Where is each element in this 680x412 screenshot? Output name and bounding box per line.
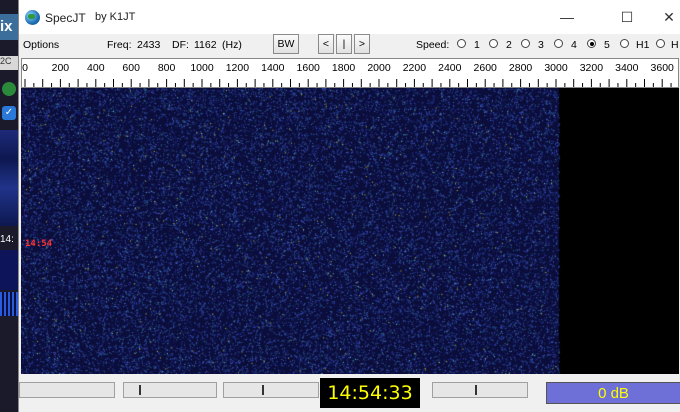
checkbox-icon[interactable]: ✓ (2, 106, 16, 120)
window-author: by K1JT (95, 11, 136, 23)
scale-label: 2200 (403, 62, 427, 74)
speed-radio-4[interactable] (554, 39, 563, 48)
speed-radio-h1[interactable] (620, 39, 629, 48)
waterfall-canvas[interactable] (21, 88, 679, 374)
freq-label: Freq: (107, 39, 132, 51)
scale-label: 3200 (580, 62, 604, 74)
scale-label: 1000 (190, 62, 214, 74)
background-app-title: ix (0, 14, 20, 40)
scale-label: 0 (22, 62, 28, 74)
background-badge: 2C (0, 56, 18, 70)
slider-1[interactable] (19, 382, 115, 398)
speed-label: Speed: (416, 39, 450, 51)
df-value: 1162 (194, 39, 217, 51)
slider-3[interactable] (223, 382, 319, 398)
scale-label: 200 (52, 62, 70, 74)
speed-option-5: 5 (604, 39, 610, 51)
slider-4-thumb[interactable] (475, 385, 477, 395)
speed-option-4: 4 (571, 39, 577, 51)
scale-label: 2400 (438, 62, 462, 74)
frequency-scale-svg: 0 200 400 600 800 1000 1200 1400 1600 1800 2000 220… (22, 62, 675, 87)
scale-label: 400 (87, 62, 105, 74)
scale-label: 1200 (226, 62, 250, 74)
speed-radio-1[interactable] (457, 39, 466, 48)
speed-option-h: H (671, 39, 679, 51)
speed-option-h1: H1 (636, 39, 650, 51)
globe-icon (2, 82, 16, 96)
time-marker: 14:54 (25, 239, 53, 249)
background-spectrum (0, 130, 18, 226)
scale-label: 1600 (297, 62, 321, 74)
title-bar: SpecJT by K1JT — ☐ ✕ (19, 0, 680, 34)
speed-radio-5[interactable] (587, 39, 596, 48)
speed-radio-2[interactable] (489, 39, 498, 48)
background-app: ix 2C ✓ 14: (0, 0, 20, 412)
scale-label: 2600 (474, 62, 498, 74)
speed-option-3: 3 (538, 39, 544, 51)
close-button[interactable]: ✕ (647, 0, 680, 34)
scale-label: 800 (158, 62, 176, 74)
prev-button[interactable]: < (318, 34, 334, 54)
scale-label: 2800 (509, 62, 533, 74)
scale-label: 2000 (367, 62, 391, 74)
slider-2[interactable] (123, 382, 217, 398)
df-unit: (Hz) (222, 39, 242, 51)
frequency-scale[interactable]: 0 200 400 600 800 1000 1200 1400 1600 1800 2000 220… (21, 58, 679, 88)
background-time: 14: (0, 234, 14, 245)
waterfall-display[interactable]: 14:54 (21, 88, 679, 374)
window-title: SpecJT (45, 11, 86, 25)
scale-label: 3000 (544, 62, 568, 74)
signal-level-meter: 0 dB (546, 382, 680, 404)
status-bar: 14:54:33 0 dB (19, 376, 680, 412)
bw-button[interactable]: BW (273, 34, 299, 54)
speed-option-1: 1 (474, 39, 480, 51)
slider-2-thumb[interactable] (139, 385, 141, 395)
df-label: DF: (172, 39, 189, 51)
slider-4[interactable] (432, 382, 528, 398)
freq-value: 2433 (137, 39, 161, 51)
background-meter (0, 292, 18, 316)
scale-label: 3400 (615, 62, 639, 74)
minimize-button[interactable]: — (545, 0, 589, 34)
specjt-window: SpecJT by K1JT — ☐ ✕ Options Freq: 2433 … (18, 0, 680, 412)
scale-label: 600 (122, 62, 140, 74)
scale-label: 1800 (332, 62, 356, 74)
scale-label: 3600 (651, 62, 675, 74)
globe-icon (25, 10, 40, 25)
next-button[interactable]: > (354, 34, 370, 54)
speed-radio-3[interactable] (521, 39, 530, 48)
background-strip (0, 250, 18, 290)
speed-option-2: 2 (506, 39, 512, 51)
slider-3-thumb[interactable] (262, 385, 264, 395)
speed-radio-h[interactable] (656, 39, 665, 48)
scale-label: 1400 (261, 62, 285, 74)
options-menu[interactable]: Options (23, 39, 59, 51)
toolbar: Options Freq: 2433 DF: 1162 (Hz) BW < | … (19, 34, 680, 56)
utc-clock: 14:54:33 (320, 378, 420, 408)
maximize-button[interactable]: ☐ (605, 0, 649, 34)
center-button[interactable]: | (336, 34, 352, 54)
